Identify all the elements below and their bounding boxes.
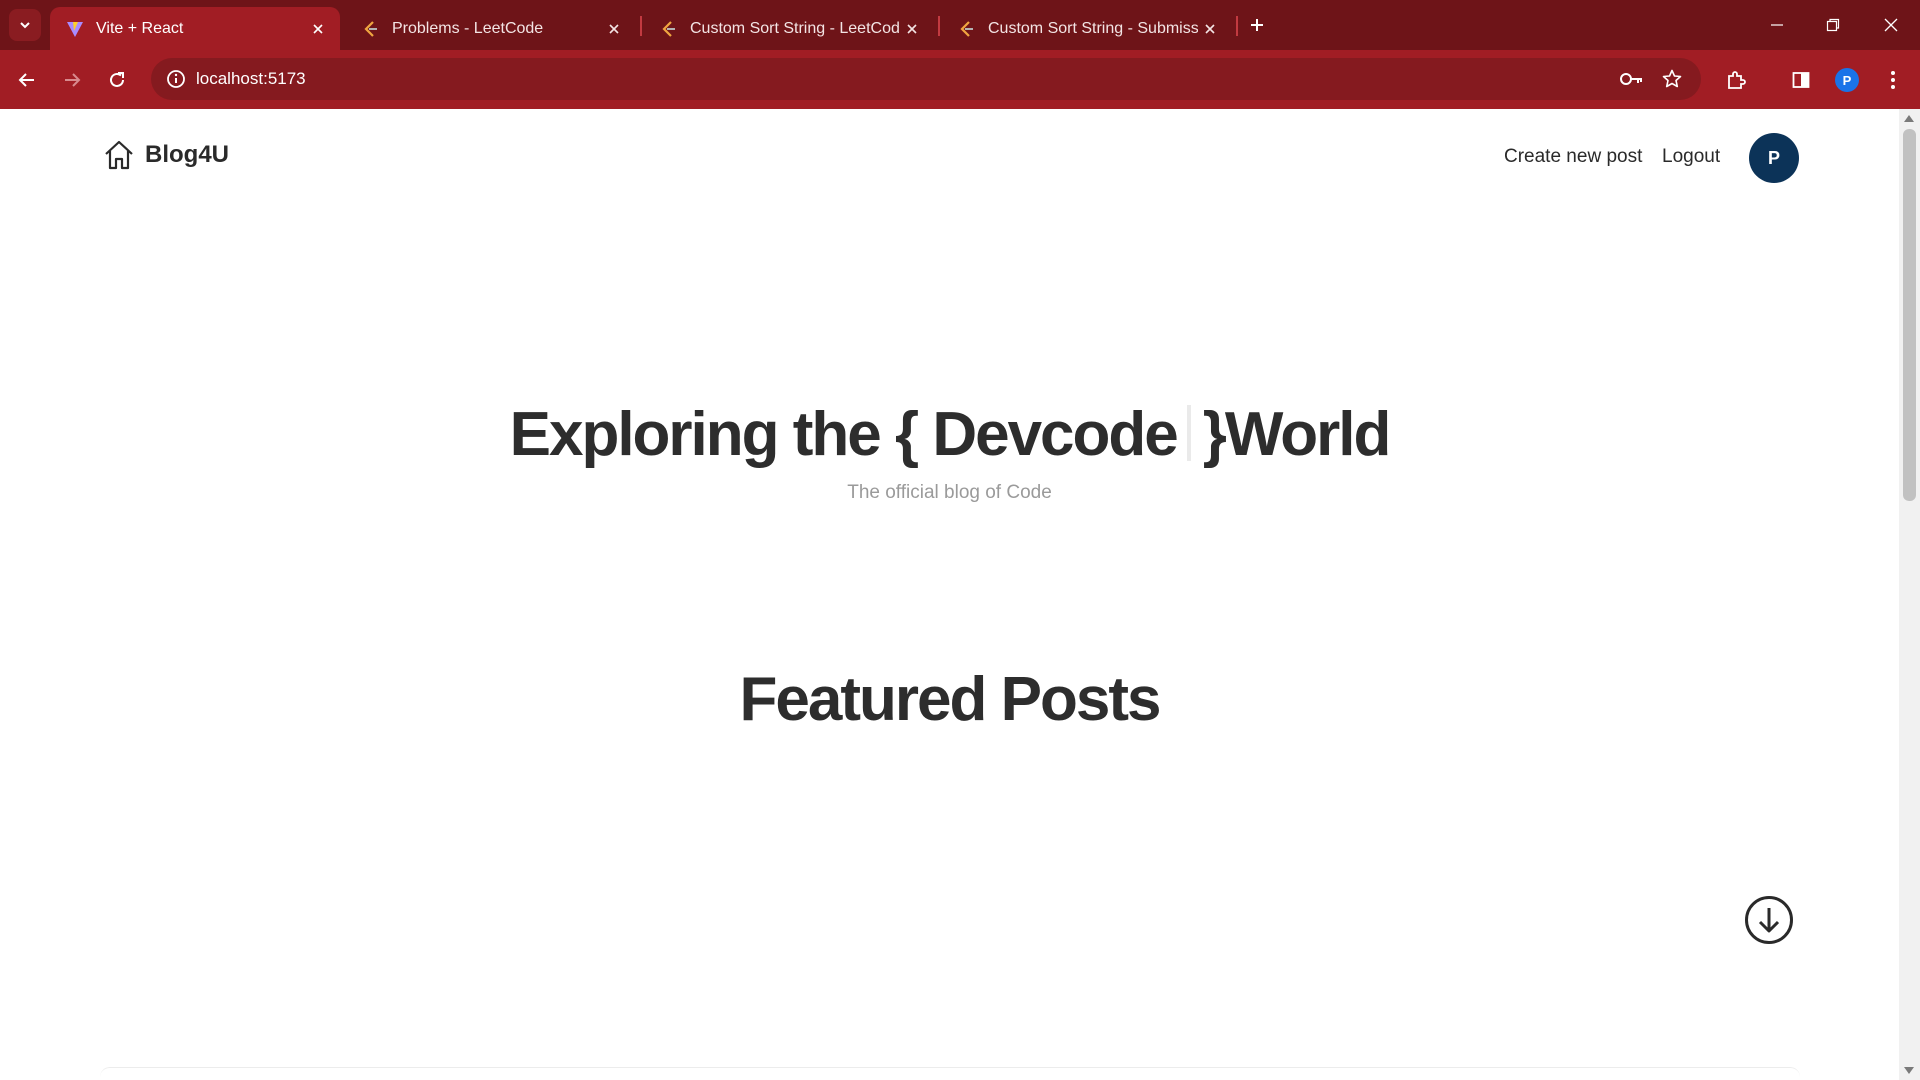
restore-icon (1826, 18, 1840, 32)
typing-cursor (1186, 405, 1191, 461)
reload-button[interactable] (99, 62, 135, 98)
bookmark-star-icon[interactable] (1657, 64, 1687, 94)
create-new-post-link[interactable]: Create new post (1504, 146, 1642, 168)
leetcode-icon (364, 20, 377, 37)
scrollbar-thumb[interactable] (1903, 129, 1916, 501)
browser-menu-button[interactable] (1875, 62, 1911, 98)
restore-button[interactable] (1816, 9, 1850, 41)
scroll-up-arrow-icon[interactable] (1904, 115, 1914, 122)
back-button[interactable] (9, 62, 45, 98)
new-tab-button[interactable] (1243, 11, 1271, 39)
tab-custom-sort-string[interactable]: Custom Sort String - LeetCode (644, 7, 934, 50)
user-avatar[interactable]: P (1749, 133, 1799, 183)
side-panel-button[interactable] (1783, 62, 1819, 98)
tab-problems-leetcode[interactable]: Problems - LeetCode (346, 7, 636, 50)
hero-title-suffix: }World (1202, 400, 1392, 469)
minimize-button[interactable] (1760, 9, 1794, 41)
plus-icon (1251, 19, 1263, 31)
arrow-down-circle-icon (1745, 896, 1793, 944)
profile-avatar: P (1835, 68, 1859, 92)
leetcode-icon (960, 20, 973, 37)
profile-button[interactable]: P (1829, 62, 1865, 98)
extensions-button[interactable] (1718, 62, 1754, 98)
browser-tab-bar: Vite + React Problems - LeetCode Custom … (0, 0, 1920, 50)
forward-button[interactable] (54, 62, 90, 98)
side-panel-icon (1792, 72, 1810, 88)
reload-icon (110, 72, 124, 87)
scroll-down-button[interactable] (1744, 895, 1794, 945)
browser-toolbar: localhost:5173 P (0, 50, 1920, 109)
tab-title: Problems - LeetCode (392, 19, 544, 37)
close-tab-icon[interactable] (900, 17, 924, 41)
vite-icon (67, 21, 83, 37)
tab-custom-sort-string-submissions[interactable]: Custom Sort String - Submissio (942, 7, 1232, 50)
hero-title-prefix: Exploring the { Devcode (509, 400, 1179, 469)
brand-link[interactable]: Blog4U (103, 139, 229, 171)
tab-title: Custom Sort String - LeetCode (690, 19, 900, 37)
tab-separator (1236, 16, 1238, 36)
close-tab-icon[interactable] (1198, 17, 1222, 41)
close-tab-icon[interactable] (602, 17, 626, 41)
puzzle-icon (1728, 71, 1746, 89)
arrow-right-icon (65, 73, 81, 87)
tab-title: Vite + React (96, 19, 184, 37)
logout-link[interactable]: Logout (1662, 146, 1720, 168)
home-icon (105, 140, 133, 170)
url-text: localhost:5173 (196, 69, 306, 88)
close-icon (1884, 18, 1898, 32)
site-header: Blog4U Create new post Logout P (0, 109, 1899, 209)
tab-title: Custom Sort String - Submissio (988, 19, 1198, 37)
more-vertical-icon (1891, 71, 1895, 89)
scroll-down-arrow-icon[interactable] (1904, 1067, 1914, 1074)
hero-title: Exploring the { Devcode }World (0, 399, 1899, 470)
tab-separator (938, 16, 940, 36)
close-window-button[interactable] (1874, 9, 1908, 41)
featured-posts-heading: Featured Posts (739, 665, 1162, 734)
arrow-left-icon (18, 73, 34, 87)
page-scrollbar[interactable] (1899, 109, 1920, 1080)
password-key-icon[interactable] (1617, 64, 1647, 94)
post-card-edge (100, 1067, 1800, 1080)
close-tab-icon[interactable] (306, 17, 330, 41)
tab-search-button[interactable] (9, 9, 41, 41)
leetcode-icon (662, 20, 675, 37)
brand-name: Blog4U (145, 141, 229, 168)
chevron-down-icon (20, 22, 30, 29)
hero-subtitle: The official blog of Code (847, 482, 1052, 503)
minimize-icon (1771, 24, 1783, 26)
tab-separator (640, 16, 642, 36)
site-info-icon[interactable] (161, 64, 191, 94)
tab-vite-react[interactable]: Vite + React (50, 7, 340, 50)
page-viewport: Blog4U Create new post Logout P Explorin… (0, 109, 1899, 1080)
address-bar[interactable]: localhost:5173 (151, 58, 1701, 100)
